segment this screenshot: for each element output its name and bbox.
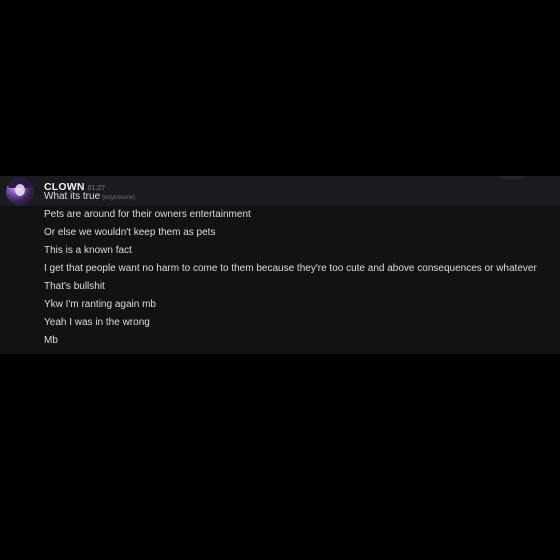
message-line[interactable]: Ykw I'm ranting again mb	[44, 299, 156, 310]
message-line-first[interactable]: What its true (edytowane)	[44, 191, 135, 202]
message-actions-toolbar[interactable]	[500, 176, 524, 179]
message-line[interactable]: Or else we wouldn't keep them as pets	[44, 227, 215, 238]
message-line[interactable]: Yeah I was in the wrong	[44, 317, 150, 328]
edited-tag: (edytowane)	[102, 195, 136, 201]
avatar-face-shape	[15, 184, 25, 196]
message-line[interactable]: That's bullshit	[44, 281, 105, 292]
message-line[interactable]: Mb	[44, 335, 58, 346]
chat-message-panel: CLOWN 01:27 What its true (edytowane) Pets…	[0, 176, 560, 354]
message-line[interactable]: Pets are around for their owners enterta…	[44, 209, 251, 220]
avatar[interactable]	[6, 178, 34, 206]
message-line[interactable]: I get that people want no harm to come t…	[44, 263, 537, 274]
message-line[interactable]: This is a known fact	[44, 245, 132, 256]
message-text: What its true	[44, 191, 101, 202]
